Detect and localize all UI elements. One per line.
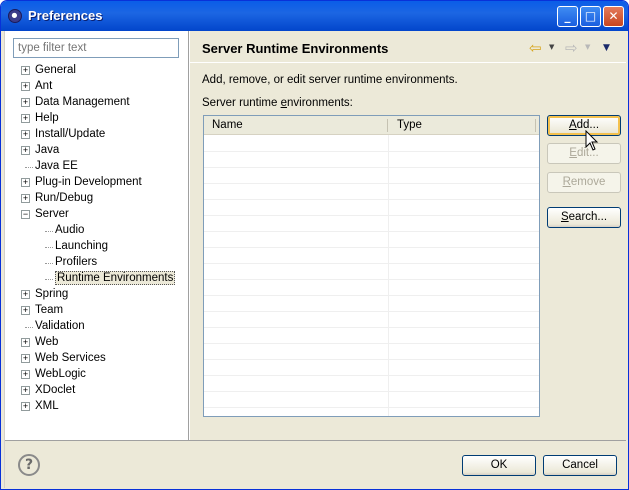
tree-item-label: Data Management bbox=[35, 96, 130, 108]
tree-item-label: Server bbox=[35, 208, 69, 220]
tree-item-label: Validation bbox=[35, 320, 85, 332]
table-row bbox=[204, 392, 539, 408]
tree-item-label: Runtime Environments bbox=[55, 271, 176, 285]
minimize-button[interactable]: _ bbox=[557, 6, 578, 27]
expand-icon[interactable]: + bbox=[21, 402, 30, 411]
expand-icon[interactable]: + bbox=[21, 146, 30, 155]
expand-icon[interactable]: + bbox=[21, 290, 30, 299]
dialog-content: + General + Ant + Data Management + Help… bbox=[4, 31, 626, 488]
edit-button[interactable]: Edit... bbox=[547, 143, 621, 164]
page-description: Add, remove, or edit server runtime envi… bbox=[202, 74, 458, 86]
eclipse-icon bbox=[8, 9, 22, 23]
tree-item-label: XDoclet bbox=[35, 384, 76, 396]
preference-page: Server Runtime Environments ⇦ ▼ ⇨ ▼ ▼ Ad… bbox=[190, 31, 626, 440]
expand-icon[interactable]: + bbox=[21, 114, 30, 123]
expand-icon[interactable]: + bbox=[21, 354, 30, 363]
cancel-button[interactable]: Cancel bbox=[543, 455, 617, 476]
expand-icon[interactable]: + bbox=[21, 386, 30, 395]
page-title: Server Runtime Environments bbox=[202, 41, 389, 56]
table-row bbox=[204, 152, 539, 168]
expand-icon[interactable]: + bbox=[21, 178, 30, 187]
title-bar: Preferences _ □ ✕ bbox=[1, 1, 628, 31]
tree-item-label: Profilers bbox=[55, 256, 98, 268]
tree-item-label: Team bbox=[35, 304, 64, 316]
add-button[interactable]: Add... bbox=[547, 115, 621, 136]
table-row bbox=[204, 376, 539, 392]
search-button[interactable]: Search... bbox=[547, 207, 621, 228]
close-button[interactable]: ✕ bbox=[603, 6, 624, 27]
expand-icon[interactable]: + bbox=[21, 194, 30, 203]
tree-item-label: Java EE bbox=[35, 160, 78, 172]
tree-item-label: Web Services bbox=[35, 352, 106, 364]
preferences-navigation: + General + Ant + Data Management + Help… bbox=[5, 31, 189, 440]
mouse-cursor-icon bbox=[585, 130, 599, 151]
table-header: Name Type bbox=[204, 116, 539, 135]
table-row bbox=[204, 248, 539, 264]
table-row bbox=[204, 136, 539, 152]
runtime-list-label: Server runtime environments: bbox=[202, 97, 353, 109]
expand-icon[interactable]: + bbox=[21, 66, 30, 75]
tree-item-label: Launching bbox=[55, 240, 109, 252]
expand-icon[interactable]: + bbox=[21, 370, 30, 379]
tree-item-label: Spring bbox=[35, 288, 69, 300]
view-menu-icon[interactable]: ▼ bbox=[603, 43, 610, 53]
table-row bbox=[204, 232, 539, 248]
expand-icon[interactable]: + bbox=[21, 338, 30, 347]
preferences-window: Preferences _ □ ✕ + General + Ant + Data… bbox=[0, 0, 629, 490]
table-row bbox=[204, 280, 539, 296]
expand-icon[interactable]: + bbox=[21, 98, 30, 107]
tree-item-label: Ant bbox=[35, 80, 53, 92]
maximize-button[interactable]: □ bbox=[580, 6, 601, 27]
filter-input[interactable] bbox=[13, 38, 179, 58]
table-row bbox=[204, 200, 539, 216]
table-row bbox=[204, 312, 539, 328]
forward-arrow-icon: ⇨ bbox=[565, 39, 578, 57]
collapse-icon[interactable]: − bbox=[21, 210, 30, 219]
runtime-environments-table[interactable]: Name Type bbox=[203, 115, 540, 417]
table-row bbox=[204, 344, 539, 360]
dialog-button-bar: ? OK Cancel bbox=[5, 440, 626, 488]
table-row bbox=[204, 360, 539, 376]
window-title: Preferences bbox=[28, 8, 103, 23]
tree-item-label: Help bbox=[35, 112, 59, 124]
table-row bbox=[204, 184, 539, 200]
ok-button[interactable]: OK bbox=[462, 455, 536, 476]
remove-button[interactable]: Remove bbox=[547, 172, 621, 193]
tree-item-label: WebLogic bbox=[35, 368, 86, 380]
tree-item-label: Plug-in Development bbox=[35, 176, 142, 188]
page-header: Server Runtime Environments ⇦ ▼ ⇨ ▼ ▼ bbox=[190, 31, 626, 63]
table-row bbox=[204, 296, 539, 312]
tree-item-label: Run/Debug bbox=[35, 192, 94, 204]
back-arrow-icon[interactable]: ⇦ bbox=[529, 39, 542, 57]
table-row bbox=[204, 168, 539, 184]
forward-history-dropdown-icon: ▼ bbox=[585, 43, 591, 51]
expand-icon[interactable]: + bbox=[21, 306, 30, 315]
tree-item-label: Install/Update bbox=[35, 128, 106, 140]
table-row bbox=[204, 216, 539, 232]
tree-item-label: General bbox=[35, 64, 76, 76]
tree-item-label: Java bbox=[35, 144, 60, 156]
table-row bbox=[204, 264, 539, 280]
tree-item-label: Web bbox=[35, 336, 59, 348]
help-icon[interactable]: ? bbox=[18, 454, 40, 476]
table-row bbox=[204, 328, 539, 344]
column-header-name[interactable]: Name bbox=[212, 119, 243, 131]
back-history-dropdown-icon[interactable]: ▼ bbox=[549, 43, 554, 51]
expand-icon[interactable]: + bbox=[21, 130, 30, 139]
expand-icon[interactable]: + bbox=[21, 82, 30, 91]
tree-item-label: Audio bbox=[55, 224, 85, 236]
column-header-type[interactable]: Type bbox=[397, 119, 422, 131]
tree-item-label: XML bbox=[35, 400, 59, 412]
